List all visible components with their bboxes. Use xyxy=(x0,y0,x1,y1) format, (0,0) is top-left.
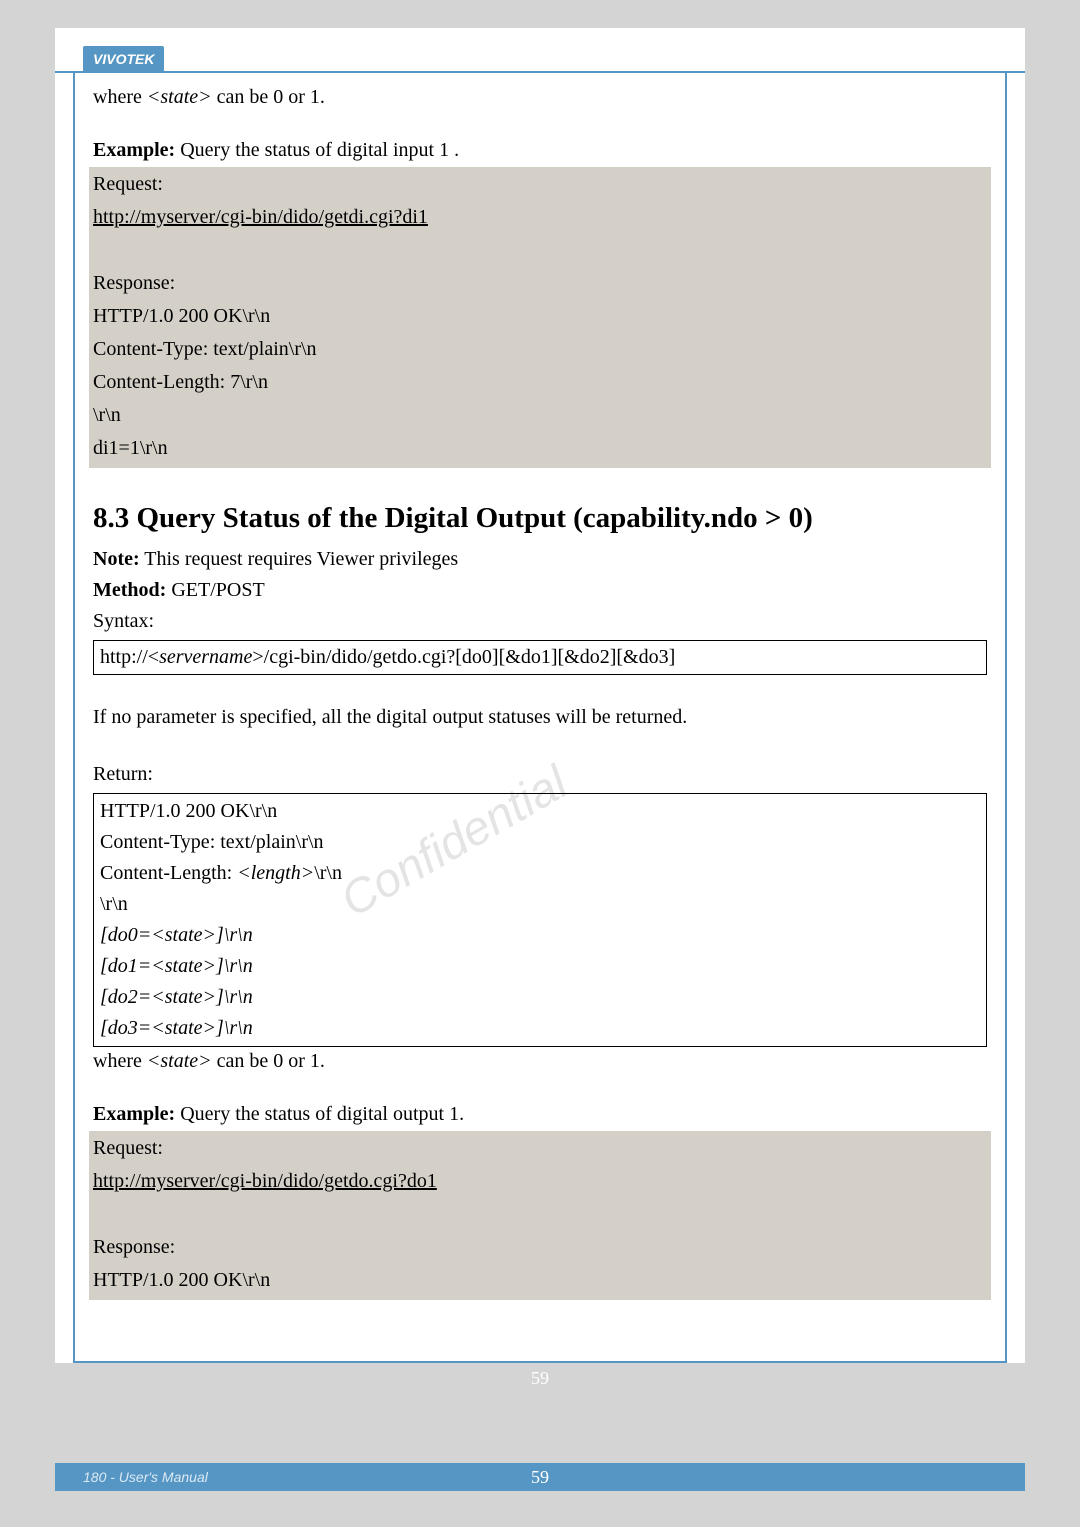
where-state-note-2: where <state> can be 0 or 1. xyxy=(93,1047,987,1076)
example-2: Example: Query the status of digital out… xyxy=(93,1100,987,1129)
resp1-l4: \r\n xyxy=(93,400,987,431)
ret-do3: [do3=<state>]\r\n xyxy=(100,1013,980,1044)
ret-l4: \r\n xyxy=(100,889,980,920)
resp2-l1: HTTP/1.0 200 OK\r\n xyxy=(93,1265,987,1296)
section-note: Note: This request requires Viewer privi… xyxy=(93,545,987,574)
page-footer: 180 - User's Manual 59 xyxy=(55,1463,1025,1491)
brand-logo: VIVOTEK xyxy=(83,46,164,72)
request-block-1: Request: http://myserver/cgi-bin/dido/ge… xyxy=(89,167,991,468)
request-url-1[interactable]: http://myserver/cgi-bin/dido/getdi.cgi?d… xyxy=(93,206,428,228)
ret-l2: Content-Type: text/plain\r\n xyxy=(100,827,980,858)
resp1-l1: HTTP/1.0 200 OK\r\n xyxy=(93,301,987,332)
section-heading-8-3: 8.3 Query Status of the Digital Output (… xyxy=(93,502,987,535)
footer-left-text: 180 - User's Manual xyxy=(83,1469,997,1485)
syntax-box: http://<servername>/cgi-bin/dido/getdo.c… xyxy=(93,640,987,675)
ret-l3: Content-Length: <length>\r\n xyxy=(100,858,980,889)
resp1-l3: Content-Length: 7\r\n xyxy=(93,367,987,398)
resp1-l5: di1=1\r\n xyxy=(93,433,987,464)
ret-do0: [do0=<state>]\r\n xyxy=(100,920,980,951)
document-frame: Confidential where <state> can be 0 or 1… xyxy=(73,73,1007,1363)
return-box: HTTP/1.0 200 OK\r\n Content-Type: text/p… xyxy=(93,793,987,1047)
response-label-1: Response: xyxy=(93,268,987,299)
request-label-2: Request: xyxy=(93,1133,987,1164)
response-label-2: Response: xyxy=(93,1232,987,1263)
section-method: Method: GET/POST xyxy=(93,576,987,605)
no-param-note: If no parameter is specified, all the di… xyxy=(93,703,987,732)
example-1: Example: Query the status of digital inp… xyxy=(93,136,987,165)
resp1-l2: Content-Type: text/plain\r\n xyxy=(93,334,987,365)
request-label-1: Request: xyxy=(93,169,987,200)
ret-do1: [do1=<state>]\r\n xyxy=(100,951,980,982)
ret-do2: [do2=<state>]\r\n xyxy=(100,982,980,1013)
return-label: Return: xyxy=(93,760,987,789)
request-block-2: Request: http://myserver/cgi-bin/dido/ge… xyxy=(89,1131,991,1300)
syntax-label: Syntax: xyxy=(93,607,987,636)
ret-l1: HTTP/1.0 200 OK\r\n xyxy=(100,796,980,827)
where-state-note-1: where <state> can be 0 or 1. xyxy=(93,83,987,112)
content-page-number: 59 xyxy=(75,1368,1005,1389)
request-url-2[interactable]: http://myserver/cgi-bin/dido/getdo.cgi?d… xyxy=(93,1170,437,1192)
